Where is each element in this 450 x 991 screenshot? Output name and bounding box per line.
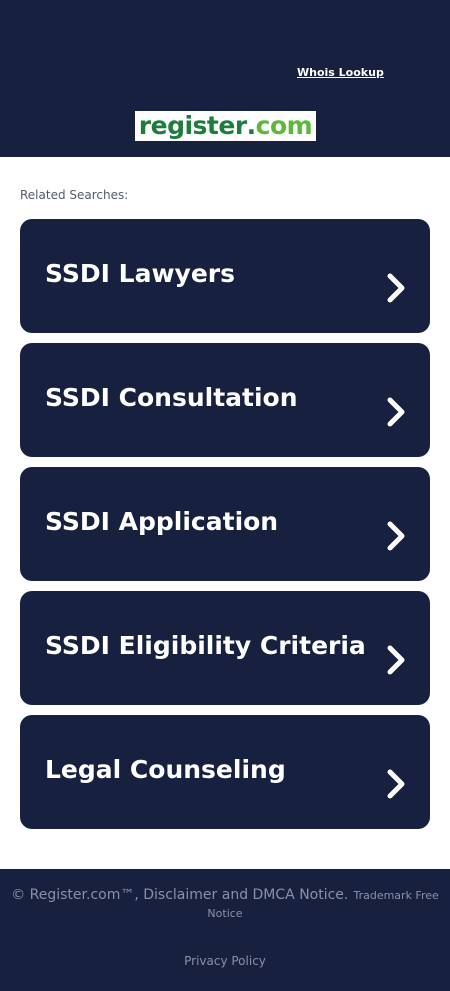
whois-lookup-link[interactable]: Whois Lookup	[297, 66, 384, 79]
search-result-card[interactable]: SSDI Consultation	[20, 343, 430, 457]
chevron-right-icon	[387, 645, 405, 675]
chevron-right-icon	[387, 769, 405, 799]
footer-notice: © Register.com™, Disclaimer and DMCA Not…	[0, 886, 450, 922]
logo-text-dot: .	[246, 111, 257, 140]
related-searches-heading: Related Searches:	[20, 188, 129, 202]
privacy-policy-link[interactable]: Privacy Policy	[0, 954, 450, 968]
main-content: Related Searches: SSDI Lawyers SSDI Cons…	[0, 157, 450, 829]
copyright-disclaimer-link[interactable]: © Register.com™, Disclaimer and DMCA Not…	[11, 887, 348, 903]
register-com-logo[interactable]: register. com	[135, 111, 316, 141]
search-result-card[interactable]: SSDI Application	[20, 467, 430, 581]
chevron-right-icon	[387, 397, 405, 427]
search-result-card[interactable]: SSDI Lawyers	[20, 219, 430, 333]
logo-text-com: com	[255, 111, 313, 140]
search-result-label: SSDI Application	[45, 507, 279, 536]
chevron-right-icon	[387, 521, 405, 551]
search-result-label: SSDI Lawyers	[45, 259, 236, 288]
search-result-card[interactable]: SSDI Eligibility Criteria	[20, 591, 430, 705]
search-result-label: Legal Counseling	[45, 755, 286, 784]
search-result-label: SSDI Eligibility Criteria	[45, 631, 366, 660]
site-footer: © Register.com™, Disclaimer and DMCA Not…	[0, 869, 450, 991]
search-result-card[interactable]: Legal Counseling	[20, 715, 430, 829]
chevron-right-icon	[387, 273, 405, 303]
site-header: Whois Lookup register. com	[0, 0, 450, 157]
search-result-label: SSDI Consultation	[45, 383, 298, 412]
logo-text-register: register	[138, 111, 247, 140]
